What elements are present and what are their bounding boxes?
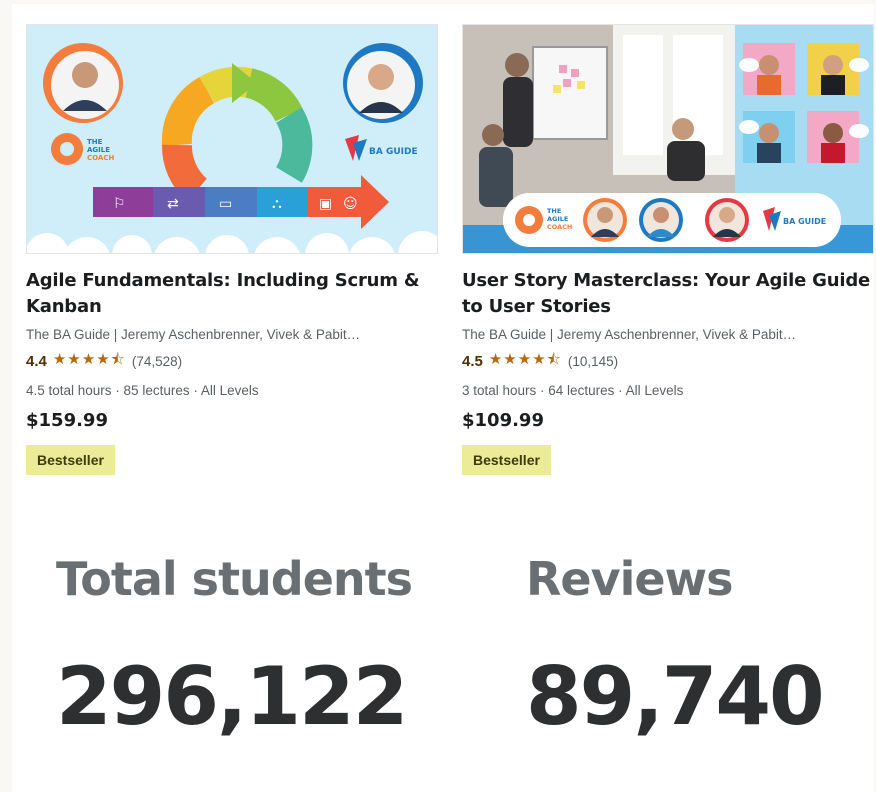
rating-row: 4.5 ★★★★⯪ (10,145) [462,349,874,374]
course-instructors: The BA Guide | Jeremy Aschenbrenner, Viv… [26,327,361,342]
review-count: (10,145) [567,354,619,369]
review-count: (74,528) [131,354,183,369]
course-card[interactable]: THE AGILE COACH BA GUIDE User Story Mast… [462,24,874,475]
reviews-value: 89,740 [526,650,825,743]
svg-text:⚐: ⚐ [113,196,126,212]
course-meta: 4.5 total hours · 85 lectures · All Leve… [26,383,259,398]
svg-text:AGILE: AGILE [547,215,568,223]
course-card[interactable]: ⚐ ⇄ ▭ ⛬ ▣ ☺ THE AGILE COACH BA GUIDE Agi… [26,24,438,475]
star-rating-icon: ★★★★⯪ [52,350,126,368]
bestseller-badge: Bestseller [462,445,551,475]
rating-row: 4.4 ★★★★⯪ (74,528) [26,349,438,374]
course-price: $109.99 [462,410,544,431]
course-price: $159.99 [26,410,108,431]
svg-text:☺: ☺ [343,196,358,212]
bestseller-badge: Bestseller [26,445,115,475]
svg-text:▣: ▣ [319,196,332,212]
reviews-label: Reviews [526,552,733,606]
svg-text:THE: THE [547,207,561,215]
svg-text:COACH: COACH [87,154,114,162]
course-title[interactable]: Agile Fundamentals: Including Scrum & Ka… [26,268,438,320]
team-meeting-photo: THE AGILE COACH BA GUIDE [463,25,873,253]
course-cards-panel: ⚐ ⇄ ▭ ⛬ ▣ ☺ THE AGILE COACH BA GUIDE Agi… [12,4,874,510]
svg-text:BA GUIDE: BA GUIDE [369,147,418,157]
svg-text:COACH: COACH [547,223,572,231]
total-students-label: Total students [56,552,413,606]
rating-value: 4.4 [26,353,47,370]
svg-text:THE: THE [87,138,103,146]
star-rating-icon: ★★★★⯪ [488,350,562,368]
course-title[interactable]: User Story Masterclass: Your Agile Guide… [462,268,874,320]
agile-cycle-illustration: ⚐ ⇄ ▭ ⛬ ▣ ☺ THE AGILE COACH BA GUIDE [27,25,437,253]
svg-text:⇄: ⇄ [167,196,179,212]
svg-text:BA GUIDE: BA GUIDE [783,217,826,226]
svg-text:▭: ▭ [219,196,232,212]
course-instructors: The BA Guide | Jeremy Aschenbrenner, Viv… [462,327,797,342]
instructor-stats-panel: Total students 296,122 Reviews 89,740 [12,510,874,792]
course-thumbnail[interactable]: THE AGILE COACH BA GUIDE [462,24,874,254]
course-thumbnail[interactable]: ⚐ ⇄ ▭ ⛬ ▣ ☺ THE AGILE COACH BA GUIDE [26,24,438,254]
total-students-value: 296,122 [56,650,408,743]
course-meta: 3 total hours · 64 lectures · All Levels [462,383,684,398]
svg-text:⛬: ⛬ [272,196,282,212]
rating-value: 4.5 [462,353,483,370]
svg-text:AGILE: AGILE [87,146,110,154]
